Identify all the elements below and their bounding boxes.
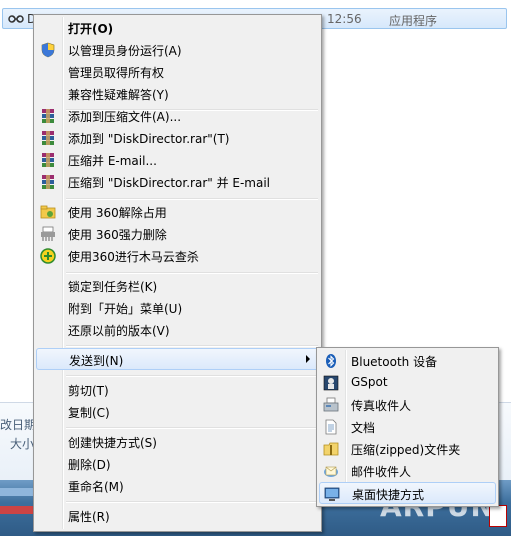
gspot-icon	[323, 375, 339, 391]
submenu-item-gspot[interactable]: GSpot	[319, 372, 496, 394]
menu-item-properties[interactable]: 属性(R)	[36, 505, 319, 527]
menu-separator	[66, 375, 318, 377]
shredder-icon	[41, 226, 55, 241]
menu-item-label: 压缩并 E-mail...	[68, 154, 157, 168]
menu-item-label: 管理员取得所有权	[68, 66, 165, 80]
uac-shield-icon	[41, 42, 55, 58]
menu-item-cut[interactable]: 剪切(T)	[36, 379, 319, 401]
menu-item-label: 压缩(zipped)文件夹	[351, 443, 461, 457]
360-unlock-icon	[40, 205, 56, 219]
menu-item-label: 还原以前的版本(V)	[68, 324, 170, 338]
menu-item-label: 文档	[351, 421, 376, 435]
menu-item-troubleshoot-compatibility[interactable]: 兼容性疑难解答(Y)	[36, 83, 319, 105]
submenu-item-mail-recipient[interactable]: 邮件收件人	[319, 460, 496, 482]
submenu-arrow-icon	[306, 355, 310, 363]
menu-item-add-to-rar[interactable]: 添加到 "DiskDirector.rar"(T)	[36, 127, 319, 149]
menu-item-run-as-admin[interactable]: 以管理员身份运行(A)	[36, 39, 319, 61]
thumbnail-icon	[489, 505, 507, 527]
menu-item-compress-and-email[interactable]: 压缩并 E-mail...	[36, 149, 319, 171]
menu-item-label: 锁定到任务栏(K)	[68, 280, 158, 294]
menu-separator	[66, 198, 318, 200]
submenu-item-fax-recipient[interactable]: 传真收件人	[319, 394, 496, 416]
menu-item-restore-previous-versions[interactable]: 还原以前的版本(V)	[36, 319, 319, 341]
menu-item-send-to[interactable]: 发送到(N)	[36, 348, 319, 370]
zip-folder-icon	[323, 442, 339, 456]
menu-item-label: 使用 360强力删除	[68, 228, 167, 242]
application-icon	[8, 15, 24, 23]
menu-item-open[interactable]: 打开(O)	[36, 17, 319, 39]
context-menu: 打开(O) 以管理员身份运行(A) 管理员取得所有权 兼容性疑难解答(Y) 添加…	[33, 14, 322, 532]
file-type: 应用程序	[389, 14, 438, 28]
menu-item-label: 使用360进行木马云查杀	[68, 250, 199, 264]
menu-item-label: GSpot	[351, 375, 388, 389]
winrar-icon	[42, 131, 54, 145]
winrar-icon	[42, 175, 54, 189]
menu-item-label: 剪切(T)	[68, 384, 109, 398]
document-icon	[325, 419, 337, 435]
bluetooth-icon	[326, 354, 336, 368]
file-modified-time: 12:56	[327, 12, 362, 26]
menu-item-label: 重命名(M)	[68, 480, 124, 494]
desktop-icon	[324, 487, 340, 501]
menu-item-label: 桌面快捷方式	[352, 488, 425, 502]
submenu-item-desktop-shortcut[interactable]: 桌面快捷方式	[319, 482, 496, 504]
menu-item-create-shortcut[interactable]: 创建快捷方式(S)	[36, 431, 319, 453]
menu-item-label: 使用 360解除占用	[68, 206, 167, 220]
menu-item-label: 发送到(N)	[69, 354, 124, 368]
menu-item-label: 兼容性疑难解答(Y)	[68, 88, 169, 102]
menu-item-copy[interactable]: 复制(C)	[36, 401, 319, 423]
menu-item-pin-to-taskbar[interactable]: 锁定到任务栏(K)	[36, 275, 319, 297]
menu-item-label: 属性(R)	[68, 510, 110, 524]
menu-item-label: 删除(D)	[68, 458, 111, 472]
menu-item-label: 创建快捷方式(S)	[68, 436, 157, 450]
menu-item-label: 传真收件人	[351, 399, 412, 413]
menu-item-rename[interactable]: 重命名(M)	[36, 475, 319, 497]
menu-separator	[66, 427, 318, 429]
mail-icon	[324, 466, 338, 477]
menu-separator	[66, 272, 318, 274]
menu-item-360-unlock[interactable]: 使用 360解除占用	[36, 201, 319, 223]
360-antivirus-icon	[40, 248, 56, 264]
menu-item-label: 附到「开始」菜单(U)	[68, 302, 183, 316]
submenu-item-zipped-folder[interactable]: 压缩(zipped)文件夹	[319, 438, 496, 460]
winrar-icon	[42, 109, 54, 123]
winrar-icon	[42, 153, 54, 167]
send-to-submenu: Bluetooth 设备 GSpot 传真收件人 文档 压缩(zipped)文件…	[316, 347, 499, 507]
menu-item-delete[interactable]: 删除(D)	[36, 453, 319, 475]
menu-item-label: 打开(O)	[68, 22, 114, 36]
menu-item-label: Bluetooth 设备	[351, 355, 438, 369]
menu-item-label: 添加到压缩文件(A)...	[68, 110, 182, 124]
fax-icon	[323, 397, 339, 412]
menu-item-label: 以管理员身份运行(A)	[68, 44, 182, 58]
details-modified-label: 改日期	[0, 418, 37, 432]
menu-item-add-to-archive[interactable]: 添加到压缩文件(A)...	[36, 105, 319, 127]
menu-item-compress-to-rar-and-email[interactable]: 压缩到 "DiskDirector.rar" 并 E-mail	[36, 171, 319, 193]
menu-separator	[66, 345, 318, 347]
menu-item-360-force-delete[interactable]: 使用 360强力删除	[36, 223, 319, 245]
menu-item-label: 添加到 "DiskDirector.rar"(T)	[68, 132, 230, 146]
menu-item-label: 复制(C)	[68, 406, 110, 420]
menu-separator	[66, 501, 318, 503]
menu-item-label: 压缩到 "DiskDirector.rar" 并 E-mail	[68, 176, 271, 190]
menu-item-label: 邮件收件人	[351, 465, 412, 479]
submenu-item-bluetooth[interactable]: Bluetooth 设备	[319, 350, 496, 372]
menu-item-pin-to-start-menu[interactable]: 附到「开始」菜单(U)	[36, 297, 319, 319]
submenu-item-documents[interactable]: 文档	[319, 416, 496, 438]
menu-item-take-ownership[interactable]: 管理员取得所有权	[36, 61, 319, 83]
menu-item-360-cloud-scan[interactable]: 使用360进行木马云查杀	[36, 245, 319, 267]
details-size-label: 大小	[10, 437, 35, 451]
